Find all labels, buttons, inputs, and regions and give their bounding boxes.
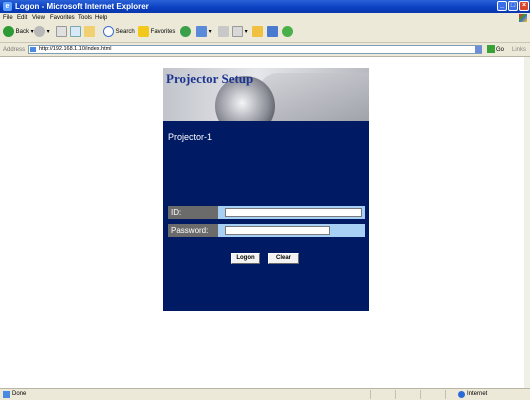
menu-tools[interactable]: Tools: [78, 13, 92, 23]
window-title-bar[interactable]: e Logon - Microsoft Internet Explorer _ …: [0, 0, 530, 13]
back-label: Back: [15, 29, 30, 36]
password-label: Password:: [168, 224, 218, 237]
messenger-button[interactable]: [282, 26, 293, 39]
page-content: Projector Setup Projector-1 ID: Password…: [0, 57, 530, 388]
toolbar: Back ▾ ▾ Search Favorites ▾ ▾: [0, 23, 530, 43]
star-icon: [138, 26, 149, 37]
address-bar: Address http://192.168.1.10/index.html G…: [0, 43, 530, 57]
favorites-button[interactable]: Favorites: [138, 26, 175, 39]
password-row: Password:: [168, 224, 365, 237]
research-button[interactable]: [267, 26, 278, 39]
history-icon: [180, 26, 191, 37]
search-label: Search: [115, 29, 135, 36]
id-label: ID:: [168, 206, 218, 219]
projector-name: Projector-1: [168, 132, 213, 142]
forward-button[interactable]: ▾: [34, 26, 50, 39]
address-dropdown-icon[interactable]: [475, 46, 482, 53]
back-arrow-icon: [3, 26, 14, 37]
ie-icon: e: [3, 2, 12, 11]
status-bar: Done Internet: [0, 388, 530, 400]
banner-title: Projector Setup: [166, 71, 254, 86]
id-row: ID:: [168, 206, 365, 219]
password-input[interactable]: [225, 226, 330, 235]
folder-button[interactable]: [252, 26, 263, 39]
page-icon: [30, 47, 36, 52]
projector-image-body: [258, 73, 369, 121]
forward-arrow-icon: [34, 26, 45, 37]
minimize-button[interactable]: _: [497, 1, 507, 11]
status-divider: [445, 390, 446, 399]
menu-file[interactable]: File: [3, 13, 13, 23]
research-icon: [267, 26, 278, 37]
print-icon: [218, 26, 229, 37]
scrollbar[interactable]: [524, 57, 530, 388]
edit-button[interactable]: ▾: [232, 26, 248, 39]
status-divider: [395, 390, 396, 399]
mail-button[interactable]: ▾: [196, 26, 212, 39]
logon-button[interactable]: Logon: [231, 253, 260, 264]
go-arrow-icon: [487, 45, 495, 54]
address-label: Address: [3, 47, 26, 53]
edit-icon: [232, 26, 243, 37]
favorites-label: Favorites: [150, 29, 176, 36]
folder-icon: [252, 26, 263, 37]
status-text: Done: [12, 391, 27, 397]
messenger-icon: [282, 26, 293, 37]
refresh-icon: [70, 26, 81, 37]
search-icon: [103, 26, 114, 37]
home-button[interactable]: [84, 26, 95, 39]
login-panel: Projector Setup Projector-1 ID: Password…: [163, 68, 369, 311]
search-button[interactable]: Search: [103, 26, 135, 39]
banner: Projector Setup: [163, 68, 369, 121]
menu-bar: File Edit View Favorites Tools Help: [0, 13, 530, 23]
windows-logo-icon: [519, 14, 527, 22]
back-button[interactable]: Back ▾: [3, 26, 34, 39]
stop-icon: [56, 26, 67, 37]
status-divider: [370, 390, 371, 399]
menu-help[interactable]: Help: [95, 13, 107, 23]
clear-button[interactable]: Clear: [268, 253, 299, 264]
internet-globe-icon: [458, 391, 465, 398]
window-title: Logon - Microsoft Internet Explorer: [15, 2, 149, 11]
mail-icon: [196, 26, 207, 37]
address-url: http://192.168.1.10/index.html: [39, 46, 112, 52]
status-divider: [420, 390, 421, 399]
refresh-button[interactable]: [70, 26, 81, 39]
print-button[interactable]: [218, 26, 229, 39]
home-icon: [84, 26, 95, 37]
history-button[interactable]: [180, 26, 191, 39]
stop-button[interactable]: [56, 26, 67, 39]
menu-edit[interactable]: Edit: [17, 13, 27, 23]
page-done-icon: [3, 391, 10, 398]
address-input[interactable]: http://192.168.1.10/index.html: [28, 45, 482, 54]
maximize-button[interactable]: □: [508, 1, 518, 11]
menu-favorites[interactable]: Favorites: [50, 13, 75, 23]
close-button[interactable]: ×: [519, 1, 529, 11]
go-label: Go: [496, 47, 505, 53]
menu-view[interactable]: View: [32, 13, 45, 23]
id-input[interactable]: [225, 208, 362, 217]
status-zone: Internet: [467, 391, 488, 397]
links-button[interactable]: Links: [512, 43, 526, 57]
go-button[interactable]: Go: [487, 45, 504, 55]
